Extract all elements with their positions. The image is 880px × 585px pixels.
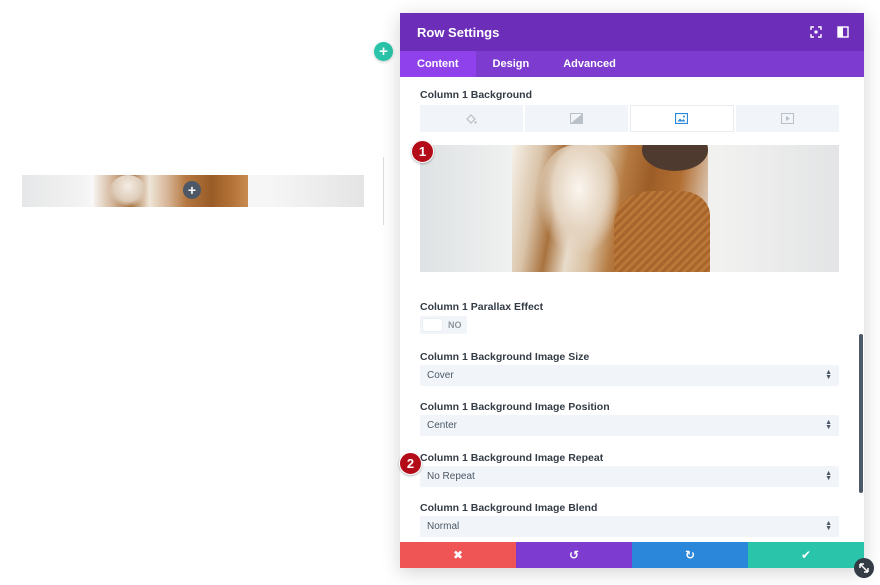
image-blend-value: Normal [427,521,460,532]
select-arrows-icon: ▲ ▼ [825,369,832,381]
sidebar-toggle-icon[interactable] [837,26,849,38]
modal-header: Row Settings [400,13,864,51]
image-repeat-label: Column 1 Background Image Repeat [420,452,604,464]
gradient-icon [569,113,583,124]
background-image-tab[interactable] [629,105,735,132]
save-button[interactable]: ✔ [748,542,864,568]
step-marker-1: 1 [411,140,434,163]
resize-handle[interactable] [854,558,874,578]
modal-title: Row Settings [417,24,500,40]
image-position-select[interactable]: Center ▲ ▼ [420,415,839,436]
row-background-image [94,175,248,207]
image-size-select[interactable]: Cover ▲ ▼ [420,365,839,386]
image-blend-label: Column 1 Background Image Blend [420,502,598,514]
image-size-label: Column 1 Background Image Size [420,351,590,363]
paint-bucket-icon [466,113,478,124]
redo-button[interactable]: ↻ [632,542,748,568]
modal-footer: ✖ ↺ ↻ ✔ [400,542,864,568]
background-label: Column 1 Background [420,89,533,101]
close-icon: ✖ [452,548,464,562]
image-position-value: Center [427,420,458,431]
select-arrows-icon: ▲ ▼ [825,470,832,482]
select-arrows-icon: ▲ ▼ [825,419,832,431]
toggle-knob [423,319,442,331]
add-section-button[interactable]: + [374,42,393,61]
image-size-value: Cover [427,370,454,381]
image-position-label: Column 1 Background Image Position [420,401,610,413]
background-gradient-tab[interactable] [524,105,628,132]
resize-icon [859,563,869,573]
background-video-tab[interactable] [736,105,839,132]
check-icon: ✔ [800,548,812,562]
select-arrows-icon: ▲ ▼ [825,520,832,532]
tab-advanced[interactable]: Advanced [546,51,633,77]
parallax-label: Column 1 Parallax Effect [420,301,544,313]
tab-design[interactable]: Design [476,51,547,77]
cancel-button[interactable]: ✖ [400,542,516,568]
redo-icon: ↻ [684,548,696,562]
background-color-tab[interactable] [420,105,523,132]
add-module-button[interactable]: + [183,181,201,199]
image-icon [675,113,689,124]
toggle-state: NO [448,320,462,330]
image-repeat-select[interactable]: No Repeat ▲ ▼ [420,466,839,487]
step-marker-2: 2 [399,452,422,475]
fullscreen-icon[interactable] [810,26,822,38]
image-repeat-value: No Repeat [427,471,475,482]
undo-button[interactable]: ↺ [516,542,632,568]
tab-content[interactable]: Content [400,51,476,77]
background-type-selector [420,105,839,132]
scrollbar[interactable] [859,334,863,493]
parallax-toggle[interactable]: NO [420,316,467,334]
undo-icon: ↺ [568,548,580,562]
modal-tabs: Content Design Advanced [400,51,864,77]
background-image-preview[interactable] [420,145,839,272]
image-blend-select[interactable]: Normal ▲ ▼ [420,516,839,537]
settings-content: Column 1 Background Column 1 Parallax Ef… [400,77,864,542]
video-icon [781,113,795,124]
column-divider [383,157,384,225]
row-settings-modal: Row Settings Content Design Advanced Col… [400,13,864,568]
